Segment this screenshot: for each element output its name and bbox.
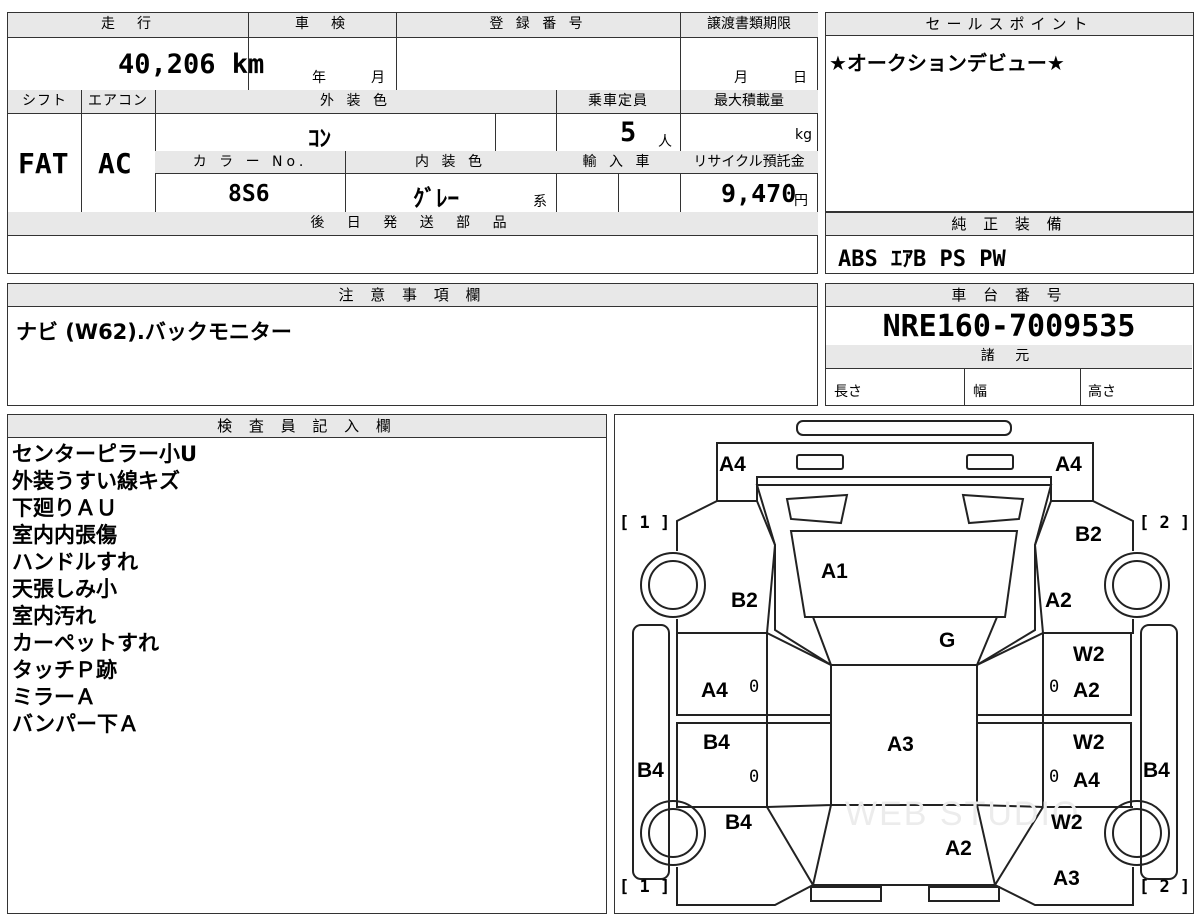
label-w2-bottom-right: W2 — [1051, 811, 1083, 834]
chassis-panel: 車 台 番 号 NRE160-7009535 諸 元 長さ 幅 高さ — [825, 283, 1194, 406]
label-a4-top-left: A4 — [719, 453, 746, 476]
bracket-left-top: [ 1 ] — [619, 513, 671, 533]
inspector-lines: センターピラー小U 外装うすい線キズ 下廻りＡＵ 室内内張傷ハンドルすれ 天張しみ小室内… — [12, 441, 197, 738]
deadline-day-unit: 日 — [793, 70, 807, 86]
notes-text: ナビ (W62).バックモニター — [16, 320, 292, 344]
label-zero-left2: 0 — [749, 767, 760, 787]
capacity-unit: 人 — [658, 134, 672, 150]
label-a1: A1 — [821, 560, 848, 583]
label-b4-far-right: B4 — [1143, 759, 1170, 782]
registration-header: 登 録 番 号 — [396, 13, 680, 37]
interior-color-suffix: 系 — [533, 194, 547, 210]
recycle-fee-value: 9,470 — [721, 179, 797, 208]
color-no-header: カ ラ ー No. — [155, 151, 345, 173]
interior-color-value: ｸﾞﾚｰ — [413, 186, 459, 212]
shift-value: FAT — [18, 147, 69, 180]
notes-panel: 注 意 事 項 欄 ナビ (W62).バックモニター — [7, 283, 818, 406]
sales-point-text: ★オークションデビュー★ — [829, 51, 1065, 75]
label-b2-top-right: B2 — [1075, 523, 1102, 546]
max-load-unit: kg — [795, 127, 812, 143]
inspector-line: ハンドルすれ — [12, 550, 138, 574]
label-a3-bottom-right: A3 — [1053, 867, 1080, 890]
label-a3-center: A3 — [887, 733, 914, 756]
transfer-deadline-header: 譲渡書類期限 — [680, 13, 818, 37]
inspection-month-unit: 月 — [371, 70, 385, 86]
inspector-line: カーペットすれ — [12, 631, 159, 655]
deadline-month-unit: 月 — [734, 70, 748, 86]
label-b4-left: B4 — [703, 731, 730, 754]
inspector-line: バンパー下Ａ — [12, 712, 140, 736]
genuine-equipment-header: 純 正 装 備 — [826, 213, 1193, 236]
label-zero-left1: 0 — [749, 677, 760, 697]
label-w2-right1: W2 — [1073, 643, 1105, 666]
label-b4-far-left: B4 — [637, 759, 664, 782]
capacity-header: 乗車定員 — [556, 90, 680, 113]
label-a4-left: A4 — [701, 679, 728, 702]
bracket-left-bottom: [ 1 ] — [619, 877, 671, 897]
label-g: G — [939, 629, 956, 652]
aircon-value: AC — [98, 147, 132, 180]
vehicle-info-table: 走 行 車 検 登 録 番 号 譲渡書類期限 40,206 km 年 月 月 日… — [7, 12, 818, 274]
label-a2-right2: A2 — [1073, 679, 1100, 702]
label-zero-right1: 0 — [1049, 677, 1060, 697]
label-a2-right: A2 — [1045, 589, 1072, 612]
import-header: 輸 入 車 — [556, 151, 680, 173]
inspection-header: 車 検 — [248, 13, 396, 37]
recycle-fee-unit: 円 — [794, 193, 808, 209]
chassis-header: 車 台 番 号 — [826, 284, 1193, 307]
car-diagram-panel: WEB STUDIO [ 1 ] [ 2 ] [ 1 ] [ 2 ] A4 A4… — [614, 414, 1194, 914]
spec-width-label: 幅 — [973, 384, 987, 400]
later-parts-header: 後 日 発 送 部 品 — [8, 212, 818, 235]
max-load-header: 最大積載量 — [680, 90, 818, 113]
label-a4-right2: A4 — [1073, 769, 1100, 792]
inspector-line: 室内汚れ — [12, 604, 96, 628]
sales-point-header: セールスポイント — [826, 13, 1193, 36]
inspector-line: 天張しみ小 — [12, 577, 117, 601]
inspector-header: 検 査 員 記 入 欄 — [8, 415, 606, 438]
inspector-panel: 検 査 員 記 入 欄 センターピラー小U 外装うすい線キズ 下廻りＡＵ 室内内張傷ハ… — [7, 414, 607, 914]
car-outline — [632, 420, 1178, 906]
inspector-line: 外装うすい線キズ — [12, 469, 180, 493]
label-zero-right2: 0 — [1049, 767, 1060, 787]
color-no-value: 8S6 — [228, 181, 270, 207]
capacity-value: 5 — [620, 117, 637, 148]
label-a4-top-right: A4 — [1055, 453, 1082, 476]
exterior-color-header: 外 装 色 — [155, 90, 556, 113]
mileage-value: 40,206 km — [118, 49, 265, 80]
shift-header: シフト — [8, 90, 81, 113]
bracket-right-top: [ 2 ] — [1139, 513, 1191, 533]
interior-color-header: 内 装 色 — [345, 151, 556, 173]
aircon-header: エアコン — [81, 90, 155, 113]
bracket-right-bottom: [ 2 ] — [1139, 877, 1191, 897]
sales-point-panel: セールスポイント ★オークションデビュー★ — [825, 12, 1194, 212]
inspection-year-unit: 年 — [312, 70, 326, 86]
spec-length-label: 長さ — [834, 384, 862, 400]
exterior-color-value: ｺﾝ — [308, 126, 331, 152]
mileage-header: 走 行 — [8, 13, 248, 37]
inspector-line: 下廻りＡＵ — [12, 496, 117, 520]
genuine-equipment-text: ABS ｴｱB PS PW — [838, 247, 1006, 272]
watermark: WEB STUDIO — [845, 795, 1081, 833]
label-b4-bottom-left: B4 — [725, 811, 752, 834]
chassis-number: NRE160-7009535 — [882, 309, 1136, 344]
label-a2-bottom: A2 — [945, 837, 972, 860]
spec-height-label: 高さ — [1088, 384, 1116, 400]
label-w2-right2: W2 — [1073, 731, 1105, 754]
inspector-line: センターピラー小U — [12, 442, 198, 466]
label-b2-left: B2 — [731, 589, 758, 612]
genuine-equipment-panel: 純 正 装 備 ABS ｴｱB PS PW — [825, 212, 1194, 274]
specs-header: 諸 元 — [826, 345, 1192, 368]
inspector-line: タッチＰ跡 — [12, 658, 117, 682]
recycle-fee-header: リサイクル預託金 — [680, 151, 818, 173]
inspector-line: ミラーＡ — [12, 685, 96, 709]
notes-header: 注 意 事 項 欄 — [8, 284, 817, 307]
inspector-line: 室内内張傷 — [12, 523, 117, 547]
